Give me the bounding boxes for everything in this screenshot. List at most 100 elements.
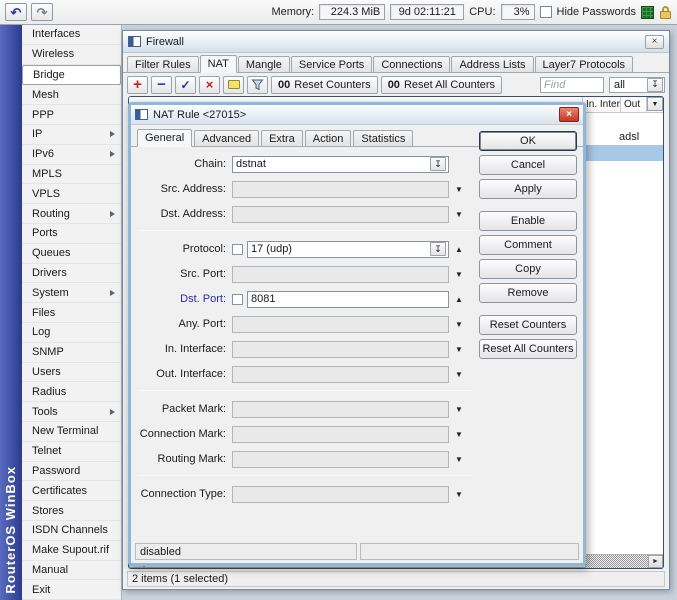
tab-statistics[interactable]: Statistics bbox=[353, 130, 414, 146]
tab-layer7-protocols[interactable]: Layer7 Protocols bbox=[534, 56, 634, 72]
expand-down-icon[interactable]: ▼ bbox=[452, 430, 466, 439]
ok-button[interactable]: OK bbox=[479, 131, 577, 151]
tab-nat[interactable]: NAT bbox=[199, 55, 237, 73]
filter-button[interactable] bbox=[247, 75, 268, 94]
tab-filter-rules[interactable]: Filter Rules bbox=[127, 56, 199, 72]
tab-connections[interactable]: Connections bbox=[373, 56, 451, 72]
tab-mangle[interactable]: Mangle bbox=[237, 56, 290, 72]
src-port-field[interactable] bbox=[232, 265, 449, 283]
sidebar-item-log[interactable]: Log bbox=[22, 323, 121, 343]
sidebar-item-new-terminal[interactable]: New Terminal bbox=[22, 422, 121, 442]
src-address-field[interactable] bbox=[232, 180, 449, 198]
sidebar-item-radius[interactable]: Radius bbox=[22, 382, 121, 403]
sidebar-item-bridge[interactable]: Bridge bbox=[22, 64, 121, 86]
collapse-up-icon[interactable]: ▲ bbox=[452, 245, 466, 254]
expand-down-icon[interactable]: ▼ bbox=[452, 210, 466, 219]
dropdown-icon[interactable]: ↧ bbox=[647, 77, 663, 92]
sidebar-item-exit[interactable]: Exit bbox=[22, 580, 121, 600]
hide-passwords-checkbox[interactable] bbox=[539, 6, 552, 18]
sidebar-item-wireless[interactable]: Wireless bbox=[22, 45, 121, 65]
expand-down-icon[interactable]: ▼ bbox=[452, 185, 466, 194]
redo-button[interactable]: ↷ bbox=[31, 3, 53, 21]
sidebar-item-isdn-channels[interactable]: ISDN Channels bbox=[22, 521, 121, 541]
sidebar-item-ipv6[interactable]: IPv6 bbox=[22, 145, 121, 165]
sidebar-item-tools[interactable]: Tools bbox=[22, 402, 121, 422]
tab-advanced[interactable]: Advanced bbox=[194, 130, 260, 146]
enable-rule-button[interactable]: ✓ bbox=[175, 75, 196, 94]
collapse-up-icon[interactable]: ▲ bbox=[452, 295, 466, 304]
find-input[interactable] bbox=[540, 76, 604, 93]
cancel-button[interactable]: Cancel bbox=[479, 155, 577, 175]
remove-button[interactable]: Remove bbox=[479, 283, 577, 303]
expand-down-icon[interactable]: ▼ bbox=[452, 370, 466, 379]
tab-address-lists[interactable]: Address Lists bbox=[451, 56, 534, 72]
dropdown-icon[interactable]: ↧ bbox=[430, 157, 446, 171]
dropdown-icon[interactable]: ↧ bbox=[430, 242, 446, 256]
sidebar-item-drivers[interactable]: Drivers bbox=[22, 264, 121, 284]
column-picker-button[interactable]: ▼ bbox=[647, 97, 663, 111]
comment-button[interactable] bbox=[223, 75, 244, 94]
sidebar-item-mesh[interactable]: Mesh bbox=[22, 85, 121, 106]
sidebar-item-vpls[interactable]: VPLS bbox=[22, 184, 121, 205]
sidebar-item-queues[interactable]: Queues bbox=[22, 244, 121, 264]
dialog-close-button[interactable]: × bbox=[559, 107, 579, 122]
column-header-out-interface[interactable]: Out bbox=[621, 97, 647, 112]
reset-counters-button[interactable]: 00 Reset Counters bbox=[271, 75, 378, 94]
tab-general[interactable]: General bbox=[137, 129, 193, 147]
sidebar-item-files[interactable]: Files bbox=[22, 303, 121, 323]
dst-port-input[interactable]: 8081 bbox=[247, 290, 449, 308]
remove-rule-button[interactable]: − bbox=[151, 75, 172, 94]
dst-address-field[interactable] bbox=[232, 205, 449, 223]
comment-button[interactable]: Comment bbox=[479, 235, 577, 255]
sidebar-item-system[interactable]: System bbox=[22, 283, 121, 304]
sidebar-item-ip[interactable]: IP bbox=[22, 125, 121, 145]
sidebar-item-ports[interactable]: Ports bbox=[22, 224, 121, 244]
sidebar-item-password[interactable]: Password bbox=[22, 462, 121, 482]
packet-mark-field[interactable] bbox=[232, 400, 449, 418]
sidebar-item-make-supout[interactable]: Make Supout.rif bbox=[22, 541, 121, 561]
sidebar-item-routing[interactable]: Routing bbox=[22, 204, 121, 224]
tab-extra[interactable]: Extra bbox=[261, 130, 303, 146]
sidebar-item-interfaces[interactable]: Interfaces bbox=[22, 25, 121, 45]
chain-combobox[interactable]: dstnat ↧ bbox=[232, 155, 449, 173]
filter-scope-dropdown[interactable]: all ↧ bbox=[609, 76, 665, 93]
expand-down-icon[interactable]: ▼ bbox=[452, 455, 466, 464]
copy-button[interactable]: Copy bbox=[479, 259, 577, 279]
reset-all-counters-button[interactable]: Reset All Counters bbox=[479, 339, 577, 359]
disable-rule-button[interactable]: × bbox=[199, 75, 220, 94]
dst-port-negate-checkbox[interactable] bbox=[232, 293, 243, 305]
reset-counters-button[interactable]: Reset Counters bbox=[479, 315, 577, 335]
expand-down-icon[interactable]: ▼ bbox=[452, 270, 466, 279]
expand-down-icon[interactable]: ▼ bbox=[452, 345, 466, 354]
sidebar-item-manual[interactable]: Manual bbox=[22, 561, 121, 581]
scroll-right-button[interactable]: ► bbox=[648, 555, 663, 568]
undo-button[interactable]: ↶ bbox=[5, 3, 27, 21]
protocol-negate-checkbox[interactable] bbox=[232, 243, 243, 255]
reset-all-counters-button[interactable]: 00 Reset All Counters bbox=[380, 75, 503, 94]
expand-down-icon[interactable]: ▼ bbox=[452, 405, 466, 414]
connection-type-field[interactable] bbox=[232, 485, 449, 503]
column-header-in-interface[interactable]: In. Inter... bbox=[583, 97, 621, 112]
sidebar-item-telnet[interactable]: Telnet bbox=[22, 442, 121, 462]
sidebar-item-stores[interactable]: Stores bbox=[22, 501, 121, 521]
connection-mark-field[interactable] bbox=[232, 425, 449, 443]
tab-service-ports[interactable]: Service Ports bbox=[290, 56, 373, 72]
sidebar-item-snmp[interactable]: SNMP bbox=[22, 343, 121, 363]
protocol-combobox[interactable]: 17 (udp) ↧ bbox=[247, 240, 449, 258]
enable-button[interactable]: Enable bbox=[479, 211, 577, 231]
any-port-field[interactable] bbox=[232, 315, 449, 333]
sidebar-item-ppp[interactable]: PPP bbox=[22, 105, 121, 125]
add-rule-button[interactable]: + bbox=[127, 75, 148, 94]
apply-button[interactable]: Apply bbox=[479, 179, 577, 199]
dialog-titlebar[interactable]: NAT Rule <27015> × bbox=[131, 105, 583, 125]
sidebar-item-users[interactable]: Users bbox=[22, 363, 121, 383]
sidebar-item-certificates[interactable]: Certificates bbox=[22, 481, 121, 502]
out-interface-field[interactable] bbox=[232, 365, 449, 383]
in-interface-field[interactable] bbox=[232, 340, 449, 358]
expand-down-icon[interactable]: ▼ bbox=[452, 320, 466, 329]
expand-down-icon[interactable]: ▼ bbox=[452, 490, 466, 499]
firewall-close-button[interactable]: × bbox=[645, 34, 664, 49]
routing-mark-field[interactable] bbox=[232, 450, 449, 468]
sidebar-item-mpls[interactable]: MPLS bbox=[22, 165, 121, 185]
scrollbar-track[interactable] bbox=[586, 555, 648, 568]
